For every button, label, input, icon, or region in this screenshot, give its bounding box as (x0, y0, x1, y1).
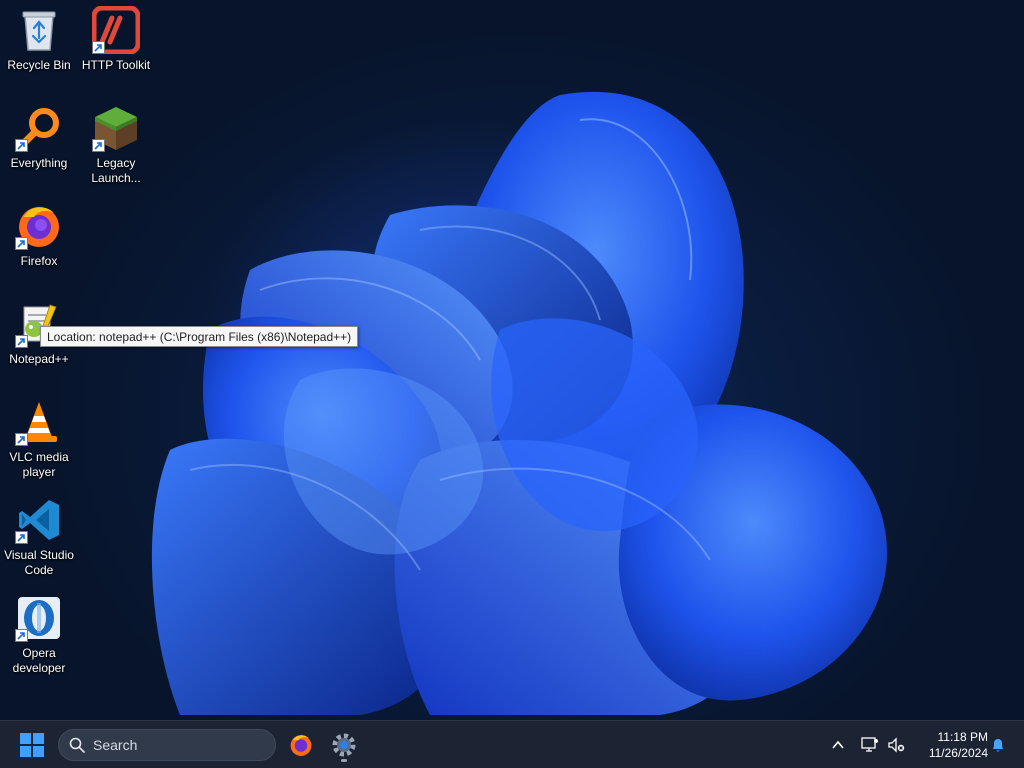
running-indicator (341, 759, 347, 762)
desktop-icon-opera-developer[interactable]: Opera developer (1, 590, 77, 682)
desktop-icon-label: Opera developer (12, 646, 66, 675)
clock-time: 11:18 PM (937, 730, 988, 744)
desktop-icon-label: HTTP Toolkit (81, 58, 151, 72)
desktop-icon-vlc[interactable]: VLC media player (1, 394, 77, 486)
desktop-icon-label: VLC media player (9, 450, 69, 479)
shortcut-arrow-icon (15, 335, 28, 348)
desktop-icon-http-toolkit[interactable]: HTTP Toolkit (78, 2, 154, 94)
chevron-up-icon (832, 740, 844, 749)
desktop-icon-vscode[interactable]: Visual Studio Code (1, 492, 77, 584)
everything-search-icon (15, 104, 63, 152)
desktop-icon-everything[interactable]: Everything (1, 100, 77, 192)
volume-button[interactable] (882, 731, 910, 759)
taskbar-search-box[interactable]: Search (58, 729, 276, 761)
speaker-muted-icon (888, 737, 905, 753)
shortcut-arrow-icon (15, 139, 28, 152)
desktop-icon-label: Legacy Launch... (91, 156, 141, 185)
start-button[interactable] (12, 727, 52, 763)
network-icon (861, 737, 878, 752)
desktop-icon-firefox[interactable]: Firefox (1, 198, 77, 290)
desktop-icon-label: Notepad++ (9, 352, 69, 366)
recycle-bin-icon (15, 6, 63, 54)
http-toolkit-icon (92, 6, 140, 54)
firefox-icon (290, 735, 312, 756)
vlc-cone-icon (15, 398, 63, 446)
shortcut-arrow-icon (15, 433, 28, 446)
desktop-icon-label: Firefox (20, 254, 58, 268)
taskbar-app-firefox[interactable] (283, 727, 319, 763)
bell-icon (993, 739, 1003, 752)
shortcut-arrow-icon (92, 41, 105, 54)
settings-gear-icon (332, 733, 356, 757)
notification-center-button[interactable] (984, 731, 1012, 759)
clock-date: 11/26/2024 (928, 746, 988, 760)
show-hidden-icons-button[interactable] (824, 731, 852, 759)
vscode-icon (15, 496, 63, 544)
opera-developer-icon (15, 594, 63, 642)
desktop-icon-label: Recycle Bin (7, 58, 71, 72)
shortcut-arrow-icon (92, 139, 105, 152)
shortcut-arrow-icon (15, 629, 28, 642)
shortcut-arrow-icon (15, 531, 28, 544)
windows-logo-icon (20, 733, 44, 757)
desktop-icon-legacy-launcher[interactable]: Legacy Launch... (78, 100, 154, 196)
taskbar-app-settings[interactable] (326, 727, 362, 763)
desktop[interactable]: Recycle Bin HTTP Toolkit Everything Lega… (0, 0, 1024, 720)
minecraft-grass-block-icon (92, 104, 140, 152)
firefox-icon (15, 202, 63, 250)
search-box-label: Search (93, 737, 138, 753)
search-icon (69, 737, 85, 753)
desktop-icon-label: Everything (10, 156, 68, 170)
desktop-icon-recycle-bin[interactable]: Recycle Bin (1, 2, 77, 94)
taskbar: Search 11:18 PM 11/26/2024 (0, 720, 1024, 768)
clock[interactable]: 11:18 PM 11/26/2024 (912, 727, 988, 763)
desktop-icon-label: Visual Studio Code (4, 548, 74, 577)
icon-location-tooltip: Location: notepad++ (C:\Program Files (x… (40, 326, 359, 347)
network-status-button[interactable] (856, 731, 884, 759)
shortcut-arrow-icon (15, 237, 28, 250)
